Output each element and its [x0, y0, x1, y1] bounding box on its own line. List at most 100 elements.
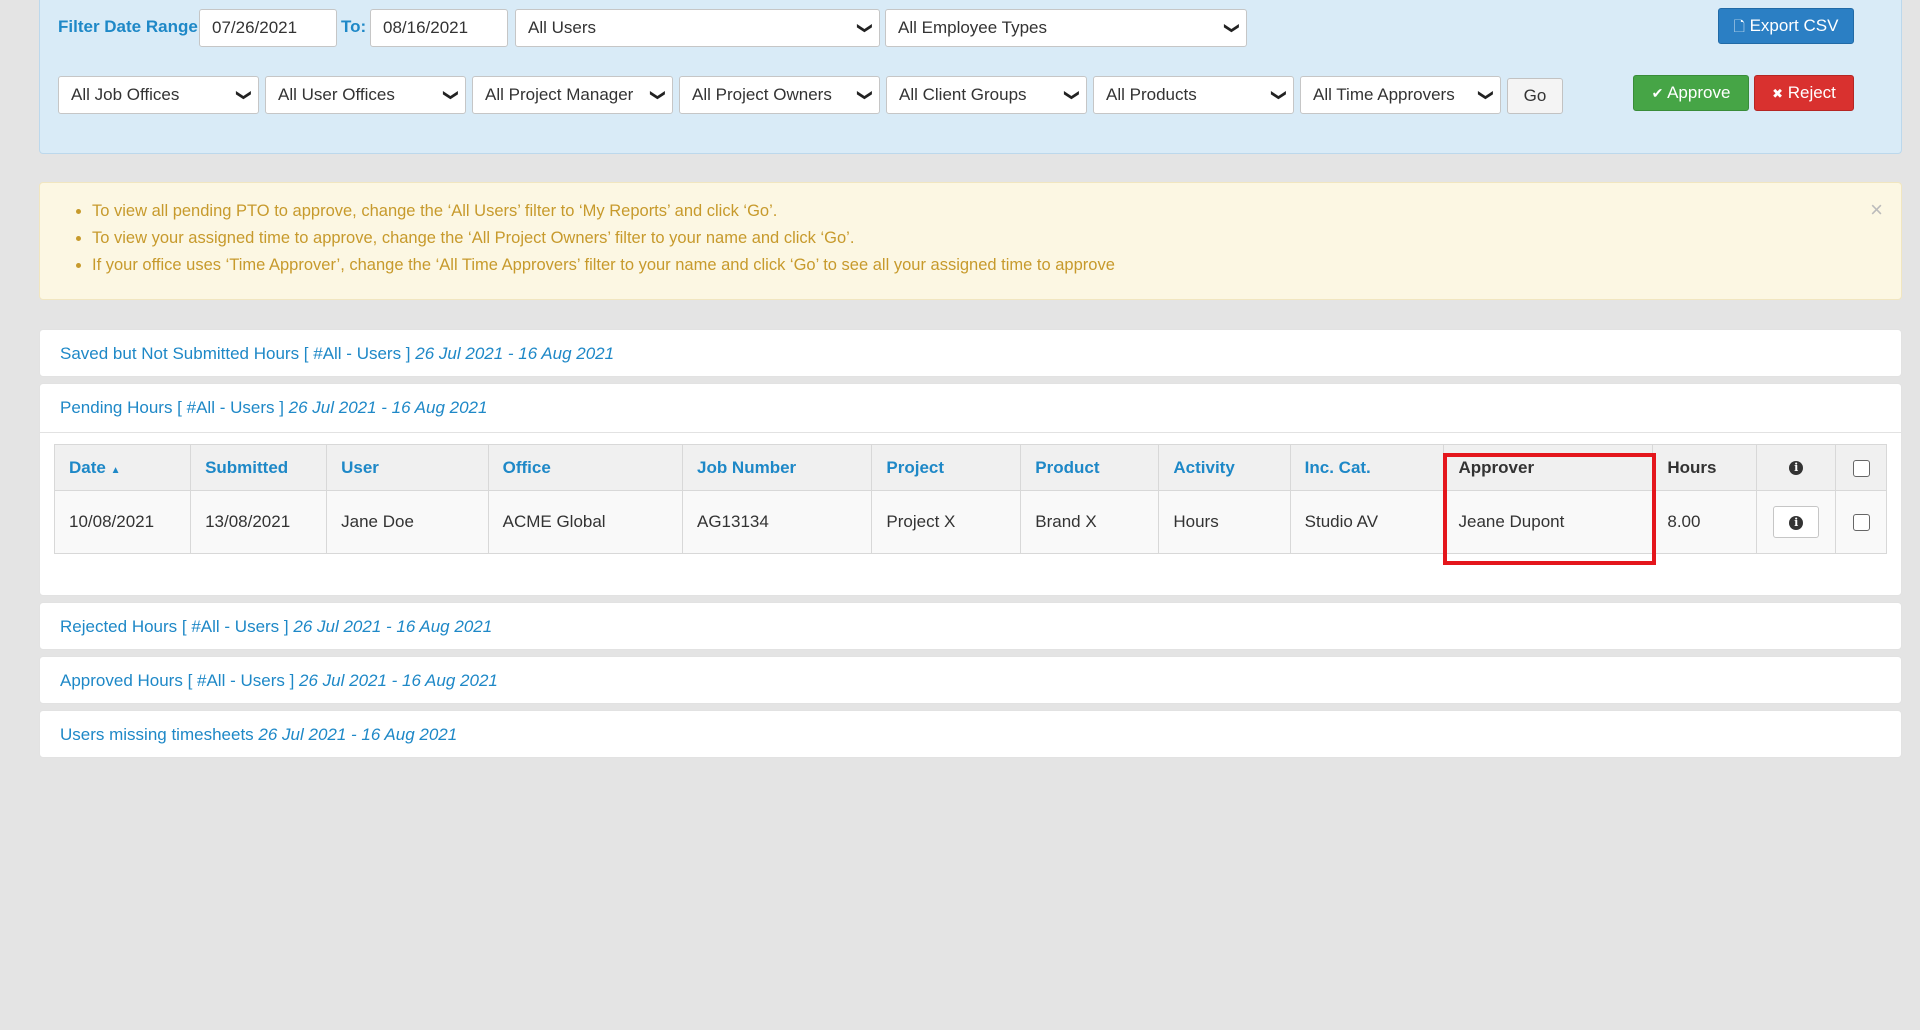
info-alert: To view all pending PTO to approve, chan… [39, 182, 1902, 300]
select-all-checkbox[interactable] [1852, 459, 1870, 477]
column-header-product[interactable]: Product [1020, 444, 1160, 491]
missing-timesheets-panel: Users missing timesheets 26 Jul 2021 - 1… [39, 710, 1902, 758]
pending-hours-header[interactable]: Pending Hours [ #All - Users ] 26 Jul 20… [60, 384, 487, 432]
close-icon[interactable]: × [1870, 197, 1883, 223]
saved-hours-panel: Saved but Not Submitted Hours [ #All - U… [39, 329, 1902, 377]
file-icon: 🗋 [1733, 18, 1745, 34]
alert-item: If your office uses ‘Time Approver’, cha… [92, 252, 1115, 279]
column-header-date[interactable]: Date ▲ [53, 444, 192, 491]
rejected-hours-title: Rejected Hours [ #All - Users ] [60, 617, 289, 636]
user-offices-select-value: All User Offices [278, 85, 395, 104]
missing-timesheets-range: 26 Jul 2021 - 16 Aug 2021 [258, 725, 458, 744]
reject-label: Reject [1787, 83, 1836, 102]
column-header-submitted[interactable]: Submitted [190, 444, 328, 491]
pending-hours-table: Date ▲ Submitted User Office Job Number … [53, 444, 1887, 554]
job-offices-select-value: All Job Offices [71, 85, 180, 104]
chevron-down-icon: ❯ [442, 88, 460, 102]
reject-button[interactable]: ✖ Reject [1754, 75, 1854, 111]
time-approvers-select-value: All Time Approvers [1313, 85, 1455, 104]
saved-hours-title: Saved but Not Submitted Hours [ #All - U… [60, 344, 411, 363]
employee-types-select-value: All Employee Types [898, 18, 1047, 37]
date-to-input[interactable]: 08/16/2021 [370, 9, 508, 47]
approved-hours-range: 26 Jul 2021 - 16 Aug 2021 [299, 671, 498, 690]
chevron-down-icon: ❯ [1063, 88, 1081, 102]
time-approvers-select[interactable]: All Time Approvers ❯ [1300, 76, 1501, 114]
approve-button[interactable]: ✔ Approve [1633, 75, 1749, 111]
check-icon: ✔ [1651, 85, 1664, 101]
project-owners-select[interactable]: All Project Owners ❯ [679, 76, 880, 114]
employee-types-select[interactable]: All Employee Types ❯ [885, 9, 1247, 47]
column-header-select-all [1835, 444, 1887, 491]
approve-label: Approve [1667, 83, 1731, 102]
saved-hours-header[interactable]: Saved but Not Submitted Hours [ #All - U… [60, 330, 614, 378]
cell-select [1835, 490, 1887, 554]
column-header-info: i [1756, 444, 1837, 491]
user-offices-select[interactable]: All User Offices ❯ [265, 76, 466, 114]
chevron-down-icon: ❯ [1270, 88, 1288, 102]
panel-divider [40, 432, 1901, 433]
users-select[interactable]: All Users ❯ [515, 9, 880, 47]
approved-hours-header[interactable]: Approved Hours [ #All - Users ] 26 Jul 2… [60, 657, 498, 705]
sort-asc-icon: ▲ [110, 464, 121, 476]
chevron-down-icon: ❯ [649, 88, 667, 102]
column-header-hours: Hours [1652, 444, 1758, 491]
cell-date: 10/08/2021 [53, 490, 192, 554]
info-icon: i [1789, 461, 1804, 476]
export-csv-button[interactable]: 🗋 Export CSV [1718, 8, 1854, 44]
cell-inc-cat: Studio AV [1289, 490, 1445, 554]
missing-timesheets-header[interactable]: Users missing timesheets 26 Jul 2021 - 1… [60, 711, 457, 759]
column-header-activity[interactable]: Activity [1158, 444, 1291, 491]
chevron-down-icon: ❯ [1223, 21, 1241, 35]
products-select[interactable]: All Products ❯ [1093, 76, 1294, 114]
cell-project: Project X [871, 490, 1022, 554]
alert-list: To view all pending PTO to approve, chan… [40, 198, 1115, 279]
rejected-hours-header[interactable]: Rejected Hours [ #All - Users ] 26 Jul 2… [60, 603, 492, 651]
info-icon: i [1789, 515, 1804, 530]
row-info-button[interactable]: i [1773, 506, 1820, 538]
project-manager-select[interactable]: All Project Manager ❯ [472, 76, 673, 114]
project-owners-select-value: All Project Owners [692, 85, 832, 104]
to-label: To: [341, 17, 367, 36]
cell-office: ACME Global [487, 490, 683, 554]
filter-date-range-label: Filter Date Range [58, 17, 198, 36]
column-header-job-number[interactable]: Job Number [681, 444, 873, 491]
saved-hours-range: 26 Jul 2021 - 16 Aug 2021 [415, 344, 615, 363]
row-select-checkbox[interactable] [1852, 514, 1870, 532]
job-offices-select[interactable]: All Job Offices ❯ [58, 76, 259, 114]
chevron-down-icon: ❯ [856, 21, 874, 35]
cell-info: i [1756, 490, 1837, 554]
cell-hours: 8.00 [1652, 490, 1758, 554]
column-header-office[interactable]: Office [487, 444, 683, 491]
chevron-down-icon: ❯ [235, 88, 253, 102]
go-button[interactable]: Go [1507, 78, 1563, 114]
rejected-hours-panel: Rejected Hours [ #All - Users ] 26 Jul 2… [39, 602, 1902, 650]
cell-product: Brand X [1020, 490, 1160, 554]
chevron-down-icon: ❯ [1477, 88, 1495, 102]
products-select-value: All Products [1106, 85, 1197, 104]
alert-item: To view all pending PTO to approve, chan… [92, 198, 1115, 225]
project-manager-select-value: All Project Manager [485, 85, 634, 104]
date-from-input[interactable]: 07/26/2021 [199, 9, 337, 47]
pending-hours-range: 26 Jul 2021 - 16 Aug 2021 [288, 398, 488, 417]
filter-panel: Filter Date Range 07/26/2021 To: 08/16/2… [39, 0, 1902, 154]
column-header-user[interactable]: User [326, 444, 489, 491]
rejected-hours-range: 26 Jul 2021 - 16 Aug 2021 [293, 617, 493, 636]
table-row: 10/08/2021 13/08/2021 Jane Doe ACME Glob… [53, 490, 1887, 554]
cell-submitted: 13/08/2021 [190, 490, 328, 554]
cross-icon: ✖ [1772, 86, 1783, 101]
chevron-down-icon: ❯ [856, 88, 874, 102]
pending-hours-title: Pending Hours [ #All - Users ] [60, 398, 284, 417]
users-select-value: All Users [528, 18, 597, 37]
missing-timesheets-title: Users missing timesheets [60, 725, 254, 744]
column-header-inc-cat[interactable]: Inc. Cat. [1289, 444, 1445, 491]
cell-job-number: AG13134 [681, 490, 873, 554]
cell-approver: Jeane Dupont [1443, 490, 1654, 554]
alert-item: To view your assigned time to approve, c… [92, 225, 1115, 252]
approved-hours-panel: Approved Hours [ #All - Users ] 26 Jul 2… [39, 656, 1902, 704]
cell-user: Jane Doe [326, 490, 489, 554]
export-csv-label: Export CSV [1749, 16, 1839, 35]
column-header-project[interactable]: Project [871, 444, 1022, 491]
client-groups-select[interactable]: All Client Groups ❯ [886, 76, 1087, 114]
table-header-row: Date ▲ Submitted User Office Job Number … [53, 444, 1887, 491]
approved-hours-title: Approved Hours [ #All - Users ] [60, 671, 295, 690]
